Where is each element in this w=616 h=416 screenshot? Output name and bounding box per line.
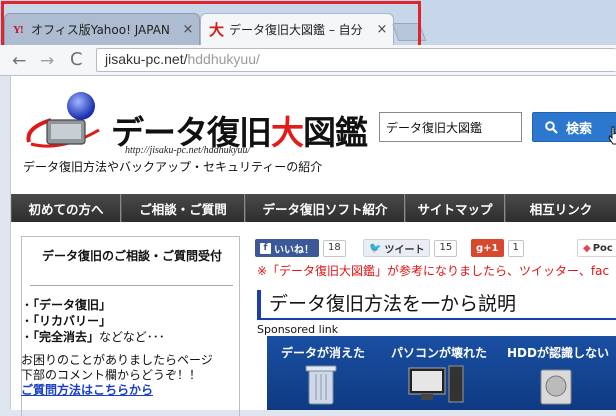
sidebar-title: データ復旧のご相談・ご質問受付 [41, 249, 222, 263]
address-bar[interactable]: jisaku-pc.net/hddhukyuu/ [96, 48, 616, 72]
site-url: http://jisaku-pc.net/hddhukyuu/ [125, 145, 251, 156]
nav-item-sitemap[interactable]: サイトマップ [405, 194, 505, 222]
tweet-button[interactable]: 🐦 ツイート [363, 239, 431, 257]
banner-label: HDDが認識しない [507, 346, 609, 360]
banner-label: パソコンが壊れた [391, 346, 488, 360]
search-icon [545, 120, 558, 134]
pocket-button[interactable]: ◆ Poc [577, 239, 616, 257]
global-navigation: 初めての方へ ご相談・ご質問 データ復旧ソフト紹介 サイトマップ 相互リンク [11, 194, 616, 222]
sidebar-bullet: ・「データ復旧」 [21, 298, 112, 312]
nav-item-mutual-links[interactable]: 相互リンク [505, 194, 616, 222]
twitter-widget[interactable]: 🐦 ツイート 15 [363, 238, 458, 258]
gplus-widget[interactable]: g+1 1 [471, 238, 524, 258]
sponsored-banner[interactable]: データが消えた パソコンが壊れた HDDが認識しない [267, 336, 616, 410]
title-red-text: 大 [271, 113, 304, 152]
facebook-like-count: 18 [323, 239, 346, 257]
sidebar-bullet: ・「リカバリー」 [21, 314, 112, 328]
reload-icon[interactable]: C [70, 49, 83, 70]
pocket-label: Poc [592, 242, 613, 254]
hdd-icon [540, 369, 572, 405]
pocket-icon: ◆ [583, 242, 591, 254]
trash-bin-icon [305, 365, 337, 405]
facebook-like-widget[interactable]: f いいね！ 18 [255, 238, 346, 258]
tweet-label: ツイート [384, 244, 425, 256]
question-method-link[interactable]: ご質問方法はこちらから [21, 381, 153, 398]
forward-arrow-icon[interactable]: → [40, 51, 54, 71]
title-text-end: 図鑑 [303, 113, 368, 152]
url-path: hddhukyuu/ [187, 51, 260, 67]
twitter-bird-icon: 🐦 [369, 242, 382, 254]
nav-item-consultation[interactable]: ご相談・ご質問 [121, 194, 245, 222]
hard-disk-logo-icon [26, 92, 100, 148]
web-page: データ復旧大図鑑 http://jisaku-pc.net/hddhukyuu/… [10, 76, 616, 416]
back-arrow-icon[interactable]: ← [12, 51, 26, 71]
article-heading: データ復旧方法を一から説明 [257, 290, 616, 320]
computer-icon [408, 365, 464, 403]
facebook-like-label: いいね！ [274, 244, 314, 256]
hand-cursor-icon [608, 126, 616, 145]
facebook-icon: f [260, 242, 271, 254]
tweet-count: 15 [434, 239, 458, 257]
pocket-widget[interactable]: ◆ Poc [577, 238, 616, 258]
search-input[interactable] [379, 112, 522, 142]
gplus-count: 1 [507, 239, 524, 257]
site-tagline: データ復旧方法やバックアップ・セキュリティーの紹介 [23, 160, 323, 174]
search-button[interactable]: 検索 [532, 112, 616, 142]
banner-label: データが消えた [281, 346, 366, 360]
sidebar-bullet: ・「完全消去」などなど･･･ [21, 330, 165, 344]
nav-item-recovery-software[interactable]: データ復旧ソフト紹介 [245, 194, 405, 222]
sidebar-divider [30, 285, 233, 286]
gplus-button[interactable]: g+1 [471, 239, 504, 257]
facebook-like-button[interactable]: f いいね！ [255, 239, 319, 257]
nav-item-beginners[interactable]: 初めての方へ [11, 194, 121, 222]
browser-chrome: Y! オフィス版Yahoo! JAPAN × 大 データ復旧大図鑑 – 自分 ×… [0, 0, 616, 76]
browser-toolbar: ← → C jisaku-pc.net/hddhukyuu/ [0, 45, 616, 76]
sponsored-label: Sponsored link [257, 323, 339, 336]
share-notice: ※「データ復旧大図鑑」が参考になりましたら、ツイッター、fac [257, 264, 610, 278]
url-host: jisaku-pc.net/ [105, 51, 188, 67]
search-button-label: 検索 [566, 121, 593, 137]
